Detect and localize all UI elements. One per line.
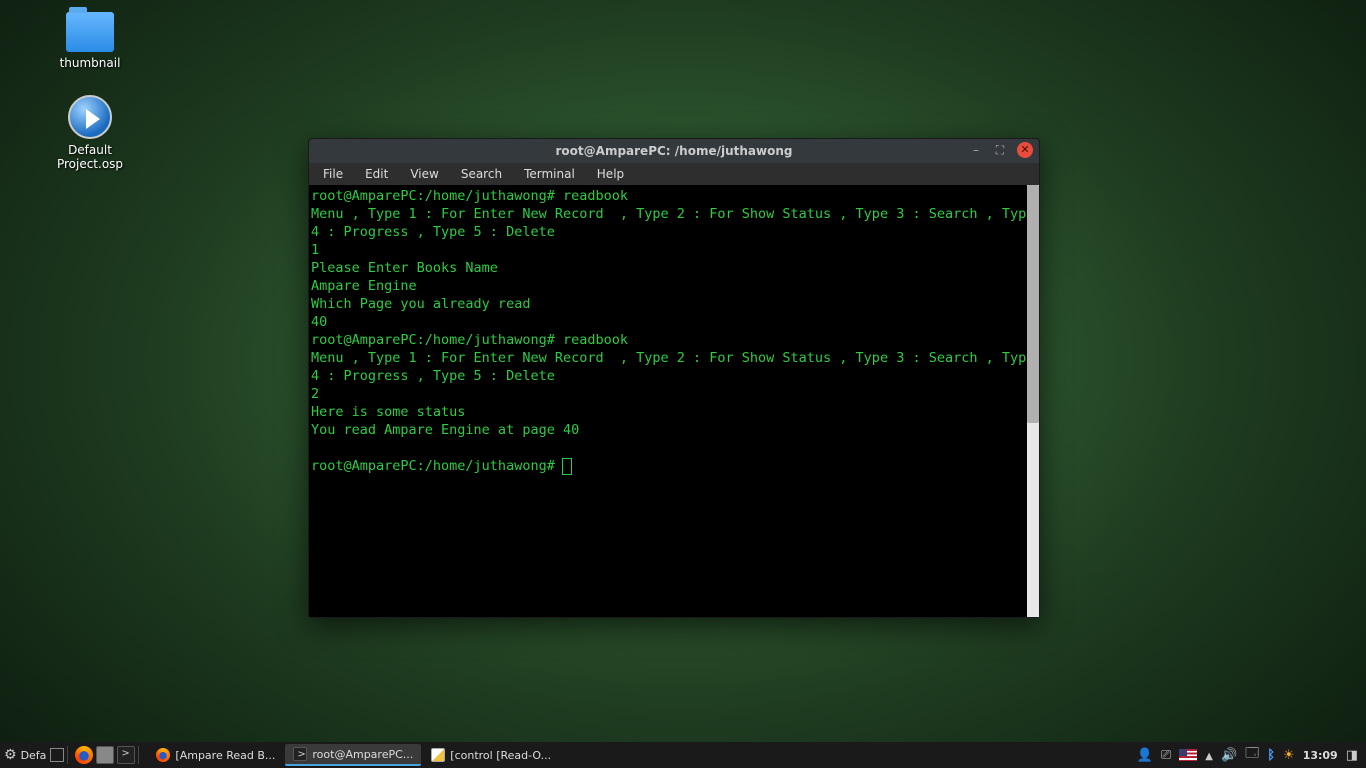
- desktop-icon-label: thumbnail: [35, 56, 145, 70]
- taskbar: Defa [Ampare Read B... root@AmparePC... [c…: [0, 742, 1366, 768]
- start-label[interactable]: Defa: [21, 749, 47, 762]
- notification-icon[interactable]: [1245, 744, 1259, 766]
- desktop-icon-default-project[interactable]: Default Project.osp: [35, 95, 145, 171]
- wifi-icon[interactable]: [1205, 748, 1213, 763]
- terminal-cursor: [563, 459, 571, 474]
- play-icon: [68, 95, 112, 139]
- terminal-line: Ampare Engine: [311, 277, 1035, 295]
- terminal-command: readbook: [555, 188, 628, 204]
- system-tray: 13:09: [1137, 744, 1362, 766]
- task-button[interactable]: root@AmparePC...: [285, 744, 421, 766]
- scrollbar[interactable]: [1027, 185, 1039, 617]
- workspace-switcher[interactable]: [50, 748, 64, 762]
- menu-file[interactable]: File: [313, 165, 353, 183]
- task-button[interactable]: [control [Read-O...: [423, 744, 559, 766]
- terminal-line: root@AmparePC:/home/juthawong# readbook: [311, 187, 1035, 205]
- terminal-prompt: root@AmparePC:/home/juthawong#: [311, 188, 555, 204]
- bluetooth-icon[interactable]: [1267, 748, 1275, 763]
- terminal-line: Please Enter Books Name: [311, 259, 1035, 277]
- terminal-line: Menu , Type 1 : For Enter New Record , T…: [311, 205, 1035, 241]
- terminal-window[interactable]: root@AmparePC: /home/juthawong – ⛶ ✕ Fil…: [308, 138, 1040, 618]
- menu-edit[interactable]: Edit: [355, 165, 398, 183]
- terminal-line: [311, 439, 1035, 457]
- clock[interactable]: 13:09: [1303, 749, 1338, 762]
- terminal-prompt: root@AmparePC:/home/juthawong#: [311, 458, 555, 474]
- terminal-line: 2: [311, 385, 1035, 403]
- keyboard-layout-icon[interactable]: [1179, 749, 1197, 761]
- window-title: root@AmparePC: /home/juthawong: [309, 144, 1039, 158]
- menu-help[interactable]: Help: [587, 165, 634, 183]
- terminal-body[interactable]: root@AmparePC:/home/juthawong# readbookM…: [309, 185, 1039, 617]
- desktop-icon-label: Default Project.osp: [35, 143, 145, 171]
- gear-icon[interactable]: [4, 747, 17, 763]
- launcher-firefox-icon[interactable]: [75, 746, 93, 764]
- maximize-button[interactable]: ⛶: [993, 143, 1007, 157]
- menu-view[interactable]: View: [400, 165, 448, 183]
- task-label: [Ampare Read B...: [175, 749, 275, 762]
- menu-terminal[interactable]: Terminal: [514, 165, 585, 183]
- folder-icon: [66, 12, 114, 52]
- launcher-terminal-icon[interactable]: [117, 746, 135, 764]
- desktop-icon-thumbnail[interactable]: thumbnail: [35, 12, 145, 70]
- firefox-icon: [156, 748, 170, 762]
- terminal-prompt: root@AmparePC:/home/juthawong#: [311, 332, 555, 348]
- user-icon[interactable]: [1137, 748, 1153, 763]
- terminal-line: You read Ampare Engine at page 40: [311, 421, 1035, 439]
- task-label: [control [Read-O...: [450, 749, 551, 762]
- close-button[interactable]: ✕: [1017, 142, 1033, 158]
- terminal-line: 40: [311, 313, 1035, 331]
- volume-icon[interactable]: [1221, 748, 1237, 763]
- terminal-line: 1: [311, 241, 1035, 259]
- term-icon: [293, 747, 307, 761]
- terminal-line: root@AmparePC:/home/juthawong# readbook: [311, 331, 1035, 349]
- brightness-icon[interactable]: [1283, 748, 1295, 763]
- menubar: File Edit View Search Terminal Help: [309, 163, 1039, 185]
- window-titlebar[interactable]: root@AmparePC: /home/juthawong – ⛶ ✕: [309, 139, 1039, 163]
- terminal-line: Here is some status: [311, 403, 1035, 421]
- terminal-command: readbook: [555, 332, 628, 348]
- task-label: root@AmparePC...: [312, 748, 413, 761]
- terminal-line: Which Page you already read: [311, 295, 1035, 313]
- launcher-filemanager-icon[interactable]: [96, 746, 114, 764]
- control-icon[interactable]: [1161, 748, 1171, 763]
- minimize-button[interactable]: –: [969, 143, 983, 157]
- task-button[interactable]: [Ampare Read B...: [148, 744, 283, 766]
- task-list: [Ampare Read B... root@AmparePC... [contro…: [148, 744, 1136, 766]
- editor-icon: [431, 748, 445, 762]
- terminal-line: root@AmparePC:/home/juthawong#: [311, 457, 1035, 475]
- menu-search[interactable]: Search: [451, 165, 512, 183]
- panel-icon[interactable]: [1346, 748, 1358, 763]
- terminal-line: Menu , Type 1 : For Enter New Record , T…: [311, 349, 1035, 385]
- scrollbar-thumb[interactable]: [1027, 185, 1039, 423]
